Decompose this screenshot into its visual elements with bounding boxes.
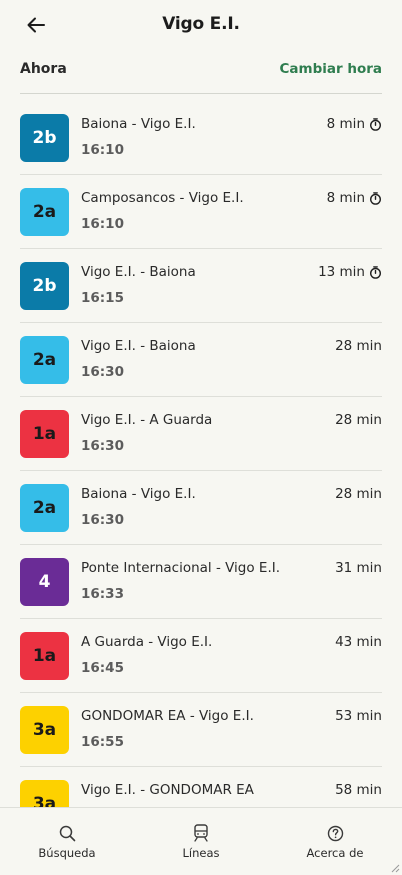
divider — [20, 93, 382, 94]
route-name: GONDOMAR EA - Vigo E.I. — [81, 708, 254, 724]
eta-container: 53 min — [335, 708, 382, 724]
line-badge: 2a — [20, 188, 69, 236]
eta-container: 8 min — [327, 190, 382, 206]
time-selector-bar: Ahora Cambiar hora — [20, 58, 382, 80]
route-name: Vigo E.I. - GONDOMAR EA — [81, 782, 254, 798]
departure-time: 16:33 — [81, 586, 124, 602]
departure-time: 16:10 — [81, 216, 124, 232]
line-badge: 2a — [20, 336, 69, 384]
timer-icon — [369, 265, 382, 279]
departure-time: 16:30 — [81, 512, 124, 528]
route-name: Ponte Internacional - Vigo E.I. — [81, 560, 281, 576]
line-badge: 3a — [20, 706, 69, 754]
departure-list[interactable]: 2b Baiona - Vigo E.I. 16:10 8 min 2a Camposan… — [0, 101, 402, 807]
eta-container: 28 min — [335, 486, 382, 502]
eta-container: 43 min — [335, 634, 382, 650]
timer-icon — [369, 191, 382, 205]
nav-item-about[interactable]: Acerca de — [268, 808, 402, 875]
departure-row[interactable]: 2b Baiona - Vigo E.I. 16:10 8 min — [20, 101, 382, 175]
train-icon — [192, 824, 210, 842]
departure-row[interactable]: 2b Vigo E.I. - Baiona 16:15 13 min — [20, 249, 382, 323]
departure-row[interactable]: 2a Vigo E.I. - Baiona 16:30 28 min — [20, 323, 382, 397]
eta-minutes: 8 min — [326, 190, 365, 206]
change-time-button[interactable]: Cambiar hora — [280, 61, 383, 77]
departure-time: 16:15 — [81, 290, 124, 306]
eta-minutes: 31 min — [335, 560, 382, 576]
route-name: Vigo E.I. - A Guarda — [81, 412, 213, 428]
eta-container: 31 min — [335, 560, 382, 576]
eta-minutes: 28 min — [335, 486, 382, 502]
departure-row[interactable]: 4 Ponte Internacional - Vigo E.I. 16:33 31 … — [20, 545, 382, 619]
nav-item-search[interactable]: Búsqueda — [0, 808, 134, 875]
nav-label-about: Acerca de — [306, 846, 364, 860]
route-name: Baiona - Vigo E.I. — [81, 486, 196, 502]
timer-icon — [369, 117, 382, 131]
eta-container: 58 min — [335, 782, 382, 798]
departure-time: 16:55 — [81, 734, 124, 750]
departure-time: 16:30 — [81, 364, 124, 380]
route-name: Baiona - Vigo E.I. — [81, 116, 196, 132]
eta-minutes: 13 min — [318, 264, 365, 280]
page-title: Vigo E.I. — [162, 14, 240, 34]
departure-row[interactable]: 3a Vigo E.I. - GONDOMAR EA 58 min — [20, 767, 382, 807]
eta-minutes: 43 min — [335, 634, 382, 650]
eta-minutes: 58 min — [335, 782, 382, 798]
line-badge: 2b — [20, 114, 69, 162]
search-icon — [58, 824, 76, 842]
eta-container: 28 min — [335, 412, 382, 428]
line-badge: 1a — [20, 632, 69, 680]
nav-item-lines[interactable]: Líneas — [134, 808, 268, 875]
resize-grip-icon[interactable] — [388, 861, 400, 873]
departure-row[interactable]: 2a Camposancos - Vigo E.I. 16:10 8 min — [20, 175, 382, 249]
departure-row[interactable]: 1a Vigo E.I. - A Guarda 16:30 28 min — [20, 397, 382, 471]
departure-time: 16:10 — [81, 142, 124, 158]
line-badge: 2b — [20, 262, 69, 310]
eta-minutes: 53 min — [335, 708, 382, 724]
eta-container: 13 min — [318, 264, 382, 280]
eta-container: 28 min — [335, 338, 382, 354]
departure-time: 16:30 — [81, 438, 124, 454]
departure-time: 16:45 — [81, 660, 124, 676]
eta-minutes: 28 min — [335, 412, 382, 428]
nav-label-lines: Líneas — [182, 846, 220, 860]
line-badge: 2a — [20, 484, 69, 532]
nav-label-search: Búsqueda — [38, 846, 96, 860]
bottom-navigation: Búsqueda Líneas Acerca de — [0, 807, 402, 875]
departure-row[interactable]: 1a A Guarda - Vigo E.I. 16:45 43 min — [20, 619, 382, 693]
departure-row[interactable]: 2a Baiona - Vigo E.I. 16:30 28 min — [20, 471, 382, 545]
eta-minutes: 28 min — [335, 338, 382, 354]
line-badge: 1a — [20, 410, 69, 458]
line-badge: 3a — [20, 780, 69, 807]
route-name: A Guarda - Vigo E.I. — [81, 634, 213, 650]
app-header: Vigo E.I. — [0, 0, 402, 50]
eta-minutes: 8 min — [326, 116, 365, 132]
eta-container: 8 min — [327, 116, 382, 132]
line-badge: 4 — [20, 558, 69, 606]
current-time-label: Ahora — [20, 61, 67, 77]
route-name: Vigo E.I. - Baiona — [81, 338, 196, 354]
help-circle-icon — [326, 824, 344, 842]
departure-row[interactable]: 3a GONDOMAR EA - Vigo E.I. 16:55 53 min — [20, 693, 382, 767]
route-name: Vigo E.I. - Baiona — [81, 264, 196, 280]
route-name: Camposancos - Vigo E.I. — [81, 190, 244, 206]
